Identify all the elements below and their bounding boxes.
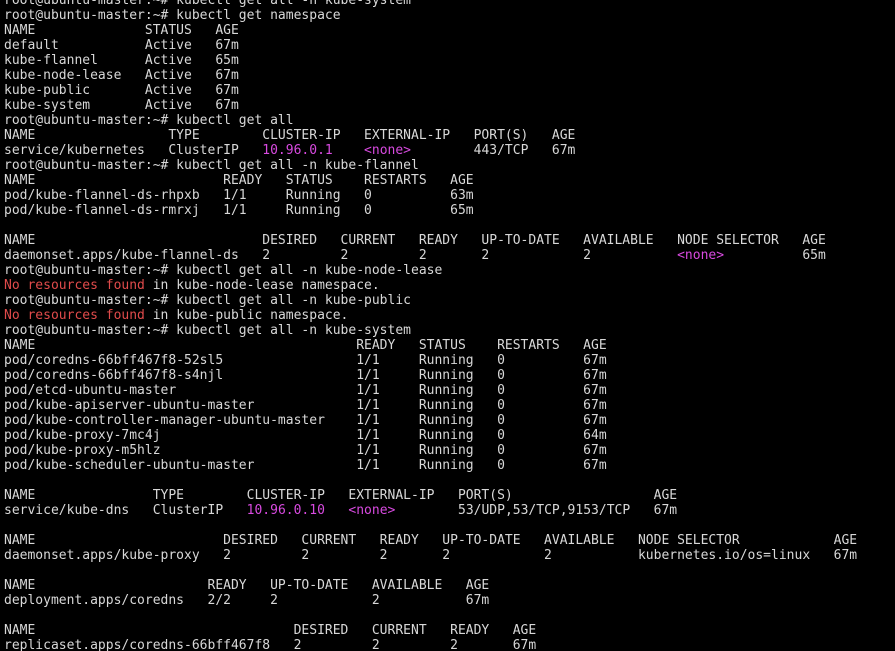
terminal-line: NAME READY UP-TO-DATE AVAILABLE AGE [4, 578, 857, 593]
command-text: root@ubuntu-master:~# kubectl get all -n… [4, 158, 419, 173]
terminal-line: NAME TYPE CLUSTER-IP EXTERNAL-IP PORT(S)… [4, 488, 857, 503]
terminal-line: root@ubuntu-master:~# kubectl get all [4, 113, 857, 128]
output-text: NAME DESIRED CURRENT READY UP-TO-DATE AV… [4, 533, 858, 548]
output-text: pod/kube-scheduler-ubuntu-master 1/1 Run… [4, 458, 607, 473]
output-text: pod/kube-proxy-7mc4j 1/1 Running 0 64m [4, 428, 607, 443]
terminal-line: root@ubuntu-master:~# kubectl get all -n… [4, 293, 857, 308]
terminal-output: root@ubuntu-master:~# kubectl get all -n… [4, 0, 857, 651]
output-text: in kube-public namespace. [144, 308, 349, 323]
terminal-line: pod/kube-flannel-ds-rhpxb 1/1 Running 0 … [4, 188, 857, 203]
output-text: in kube-node-lease namespace. [144, 278, 380, 293]
output-text: pod/coredns-66bff467f8-52sl5 1/1 Running… [4, 353, 607, 368]
output-text: NAME TYPE CLUSTER-IP EXTERNAL-IP PORT(S)… [4, 128, 576, 143]
output-text: service/kube-dns ClusterIP [4, 503, 247, 518]
terminal-line: root@ubuntu-master:~# kubectl get all -n… [4, 158, 857, 173]
output-text: NAME DESIRED CURRENT READY AGE [4, 623, 537, 638]
terminal-line: pod/kube-controller-manager-ubuntu-maste… [4, 413, 857, 428]
output-text: NAME DESIRED CURRENT READY UP-TO-DATE AV… [4, 233, 826, 248]
output-text: daemonset.apps/kube-proxy 2 2 2 2 2 kube… [4, 548, 858, 563]
output-text: 65m [724, 248, 826, 263]
terminal-line: No resources found in kube-public namesp… [4, 308, 857, 323]
command-text: root@ubuntu-master:~# kubectl get all -n… [4, 293, 411, 308]
output-text: NAME READY STATUS RESTARTS AGE [4, 173, 474, 188]
terminal-line: kube-node-lease Active 67m [4, 68, 857, 83]
terminal-line: pod/kube-flannel-ds-rmrxj 1/1 Running 0 … [4, 203, 857, 218]
error-text: No resources found [4, 278, 145, 293]
command-text: root@ubuntu-master:~# kubectl get namesp… [4, 8, 341, 23]
highlight-text: <none> [348, 503, 396, 518]
command-text: root@ubuntu-master:~# kubectl get all -n… [4, 0, 411, 8]
terminal-line: daemonset.apps/kube-flannel-ds 2 2 2 2 2… [4, 248, 857, 263]
terminal-line: pod/kube-proxy-7mc4j 1/1 Running 0 64m [4, 428, 857, 443]
output-text: daemonset.apps/kube-flannel-ds 2 2 2 2 2 [4, 248, 678, 263]
terminal-line: kube-system Active 67m [4, 98, 857, 113]
terminal-line: replicaset.apps/coredns-66bff467f8 2 2 2… [4, 638, 857, 651]
output-text: 443/TCP 67m [411, 143, 576, 158]
output-text: pod/kube-apiserver-ubuntu-master 1/1 Run… [4, 398, 607, 413]
error-text: No resources found [4, 308, 145, 323]
terminal-line: daemonset.apps/kube-proxy 2 2 2 2 2 kube… [4, 548, 857, 563]
terminal-line: root@ubuntu-master:~# kubectl get all -n… [4, 0, 857, 8]
output-text: kube-flannel Active 65m [4, 53, 239, 68]
output-text: pod/kube-controller-manager-ubuntu-maste… [4, 413, 607, 428]
output-text: kube-system Active 67m [4, 98, 239, 113]
terminal-line: NAME STATUS AGE [4, 23, 857, 38]
highlight-text: <none> [677, 248, 725, 263]
highlight-text: 10.96.0.1 [262, 143, 333, 158]
terminal-line: kube-flannel Active 65m [4, 53, 857, 68]
output-text: NAME TYPE CLUSTER-IP EXTERNAL-IP PORT(S)… [4, 488, 678, 503]
output-text: kube-public Active 67m [4, 83, 239, 98]
command-text: root@ubuntu-master:~# kubectl get all [4, 113, 294, 128]
terminal-line: pod/coredns-66bff467f8-s4njl 1/1 Running… [4, 368, 857, 383]
terminal-window[interactable]: root@ubuntu-master:~# kubectl get all -n… [0, 0, 895, 651]
output-text: pod/kube-flannel-ds-rmrxj 1/1 Running 0 … [4, 203, 474, 218]
highlight-text: <none> [364, 143, 412, 158]
terminal-line: No resources found in kube-node-lease na… [4, 278, 857, 293]
output-text: 53/UDP,53/TCP,9153/TCP 67m [395, 503, 678, 518]
output-text: pod/kube-flannel-ds-rhpxb 1/1 Running 0 … [4, 188, 474, 203]
output-text: NAME STATUS AGE [4, 23, 239, 38]
terminal-line: pod/kube-scheduler-ubuntu-master 1/1 Run… [4, 458, 857, 473]
command-text: root@ubuntu-master:~# kubectl get all -n… [4, 263, 443, 278]
output-text: deployment.apps/coredns 2/2 2 2 67m [4, 593, 490, 608]
terminal-line: NAME DESIRED CURRENT READY UP-TO-DATE AV… [4, 233, 857, 248]
output-text: pod/coredns-66bff467f8-s4njl 1/1 Running… [4, 368, 607, 383]
output-text: kube-node-lease Active 67m [4, 68, 239, 83]
output-text: NAME READY STATUS RESTARTS AGE [4, 338, 607, 353]
terminal-line: kube-public Active 67m [4, 83, 857, 98]
terminal-line: deployment.apps/coredns 2/2 2 2 67m [4, 593, 857, 608]
terminal-line: root@ubuntu-master:~# kubectl get all -n… [4, 263, 857, 278]
terminal-line: NAME DESIRED CURRENT READY AGE [4, 623, 857, 638]
output-text: service/kubernetes ClusterIP [4, 143, 263, 158]
terminal-line: NAME DESIRED CURRENT READY UP-TO-DATE AV… [4, 533, 857, 548]
output-text: replicaset.apps/coredns-66bff467f8 2 2 2… [4, 638, 537, 651]
highlight-text: 10.96.0.10 [246, 503, 325, 518]
terminal-line: service/kubernetes ClusterIP 10.96.0.1 <… [4, 143, 857, 158]
terminal-line: default Active 67m [4, 38, 857, 53]
output-text: pod/kube-proxy-m5hlz 1/1 Running 0 67m [4, 443, 607, 458]
terminal-line: pod/etcd-ubuntu-master 1/1 Running 0 67m [4, 383, 857, 398]
output-text: pod/etcd-ubuntu-master 1/1 Running 0 67m [4, 383, 607, 398]
terminal-line: service/kube-dns ClusterIP 10.96.0.10 <n… [4, 503, 857, 518]
terminal-line: NAME TYPE CLUSTER-IP EXTERNAL-IP PORT(S)… [4, 128, 857, 143]
output-text: NAME READY UP-TO-DATE AVAILABLE AGE [4, 578, 490, 593]
terminal-line: pod/coredns-66bff467f8-52sl5 1/1 Running… [4, 353, 857, 368]
terminal-line: root@ubuntu-master:~# kubectl get all -n… [4, 323, 857, 338]
terminal-line: pod/kube-proxy-m5hlz 1/1 Running 0 67m [4, 443, 857, 458]
terminal-line: NAME READY STATUS RESTARTS AGE [4, 173, 857, 188]
command-text: root@ubuntu-master:~# kubectl get all -n… [4, 323, 411, 338]
output-text: default Active 67m [4, 38, 239, 53]
terminal-line: pod/kube-apiserver-ubuntu-master 1/1 Run… [4, 398, 857, 413]
terminal-line: NAME READY STATUS RESTARTS AGE [4, 338, 857, 353]
terminal-line: root@ubuntu-master:~# kubectl get namesp… [4, 8, 857, 23]
